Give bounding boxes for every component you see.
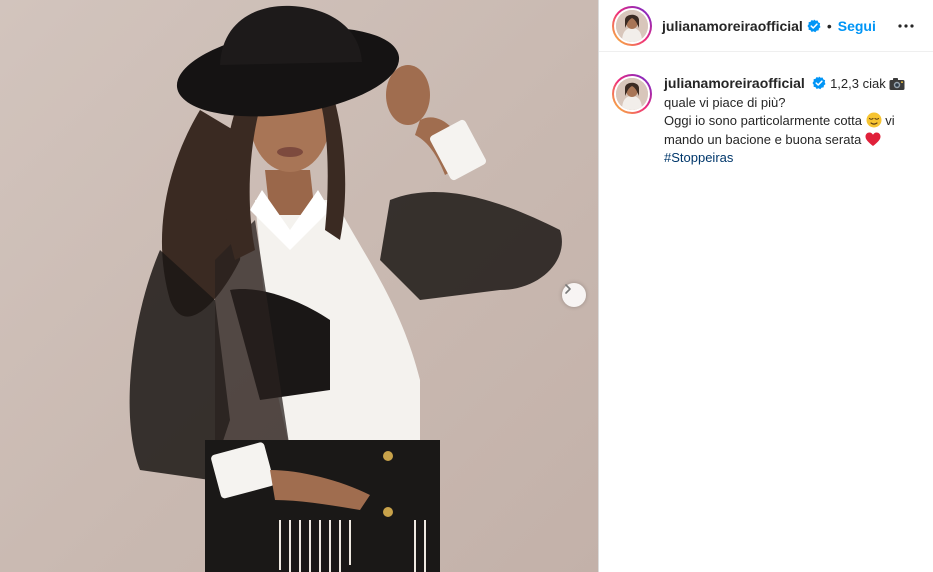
- sleepy-face-emoji: [866, 112, 882, 128]
- avatar-image: [616, 78, 648, 110]
- post-header: julianamoreiraofficial • Segui: [599, 0, 933, 52]
- verified-badge-icon: [812, 76, 826, 90]
- caption-author-username[interactable]: julianamoreiraofficial: [664, 75, 805, 91]
- caption-line-2: quale vi piace di più?: [664, 94, 786, 110]
- more-options-icon[interactable]: [897, 17, 915, 35]
- author-avatar[interactable]: [612, 5, 652, 46]
- red-heart-emoji: [865, 132, 881, 146]
- caption-line-4: mando un bacione e buona serata: [664, 131, 862, 147]
- follow-button[interactable]: Segui: [838, 18, 876, 34]
- panel-divider: [598, 0, 599, 572]
- caption-line-3: Oggi io sono particolarmente cotta: [664, 113, 862, 128]
- caption-text: julianamoreiraofficial 1,2,3 ciak quale …: [664, 74, 926, 168]
- chevron-right-icon: [565, 284, 571, 294]
- separator-dot: •: [826, 17, 832, 34]
- author-username[interactable]: julianamoreiraofficial: [662, 18, 803, 34]
- caption-line-3b: vi: [885, 113, 895, 128]
- camera-icon: [889, 78, 905, 90]
- caption-author-avatar[interactable]: [612, 74, 652, 114]
- post-caption: julianamoreiraofficial 1,2,3 ciak quale …: [612, 74, 927, 168]
- hashtag-link[interactable]: #Stoppeiras: [664, 150, 733, 165]
- next-photo-button[interactable]: [562, 283, 586, 307]
- avatar-image: [616, 9, 648, 42]
- caption-line-1: 1,2,3 ciak: [830, 76, 886, 91]
- post-photo[interactable]: [0, 0, 598, 572]
- verified-badge-icon: [807, 19, 821, 32]
- post-photo-illustration: [129, 5, 562, 572]
